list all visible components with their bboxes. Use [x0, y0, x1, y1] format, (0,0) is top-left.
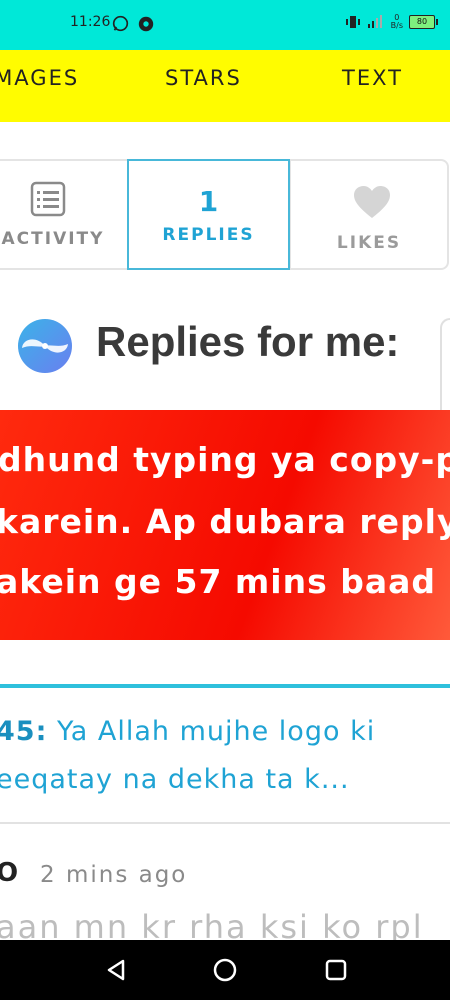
- battery-icon: 80: [409, 15, 438, 29]
- tab-images[interactable]: IMAGES: [0, 66, 79, 90]
- segment-replies-label: REPLIES: [162, 225, 255, 245]
- reply-text-continued: eeqatay na dekha ta k...: [0, 764, 350, 795]
- app-notification-icon: [138, 16, 154, 32]
- reply-text: Ya Allah mujhe logo ki: [56, 716, 376, 747]
- segment-likes-label: LIKES: [336, 233, 402, 253]
- warning-banner: dhund typing ya copy-pa karein. Ap dubar…: [0, 410, 450, 640]
- vibrate-icon: [345, 16, 360, 28]
- warning-line-3: akein ge 57 mins baad: [0, 562, 437, 601]
- segment-likes[interactable]: LIKES: [289, 159, 449, 270]
- next-reply-user: O: [0, 858, 19, 888]
- reply-item[interactable]: 45: Ya Allah mujhe logo ki eeqatay na de…: [0, 708, 450, 804]
- home-icon[interactable]: [213, 958, 237, 982]
- warning-line-2: karein. Ap dubara reply: [0, 502, 450, 541]
- page-title: Replies for me:: [96, 318, 400, 365]
- warning-line-1: dhund typing ya copy-pa: [0, 440, 450, 479]
- back-icon[interactable]: [104, 958, 128, 982]
- status-time: 11:26: [70, 14, 111, 30]
- top-tabs-bar: IMAGES STARS TEXT: [0, 50, 450, 122]
- heart-icon: [354, 186, 390, 218]
- divider: [0, 822, 450, 824]
- divider: [0, 684, 450, 688]
- recent-apps-icon[interactable]: [324, 958, 348, 982]
- swirl-logo-icon: [18, 319, 72, 373]
- reply-user: 45:: [0, 716, 48, 747]
- navigation-bar: [0, 940, 450, 1000]
- tab-stars[interactable]: STARS: [165, 66, 242, 90]
- signal-icon: [367, 15, 382, 28]
- status-right-icons: 0 B/s 80: [345, 13, 438, 30]
- network-speed: 0 B/s: [390, 13, 403, 30]
- tab-text[interactable]: TEXT: [342, 66, 403, 90]
- list-icon: [30, 181, 66, 217]
- status-bar: 11:26 0 B/s 80: [0, 0, 450, 50]
- replies-count: 1: [198, 185, 219, 218]
- segment-activity[interactable]: ACTIVITY: [0, 159, 130, 270]
- next-reply-time: 2 mins ago: [40, 862, 188, 888]
- segment-replies[interactable]: 1 REPLIES: [127, 159, 290, 270]
- segment-activity-label: ACTIVITY: [1, 229, 105, 249]
- whatsapp-icon: [112, 15, 129, 32]
